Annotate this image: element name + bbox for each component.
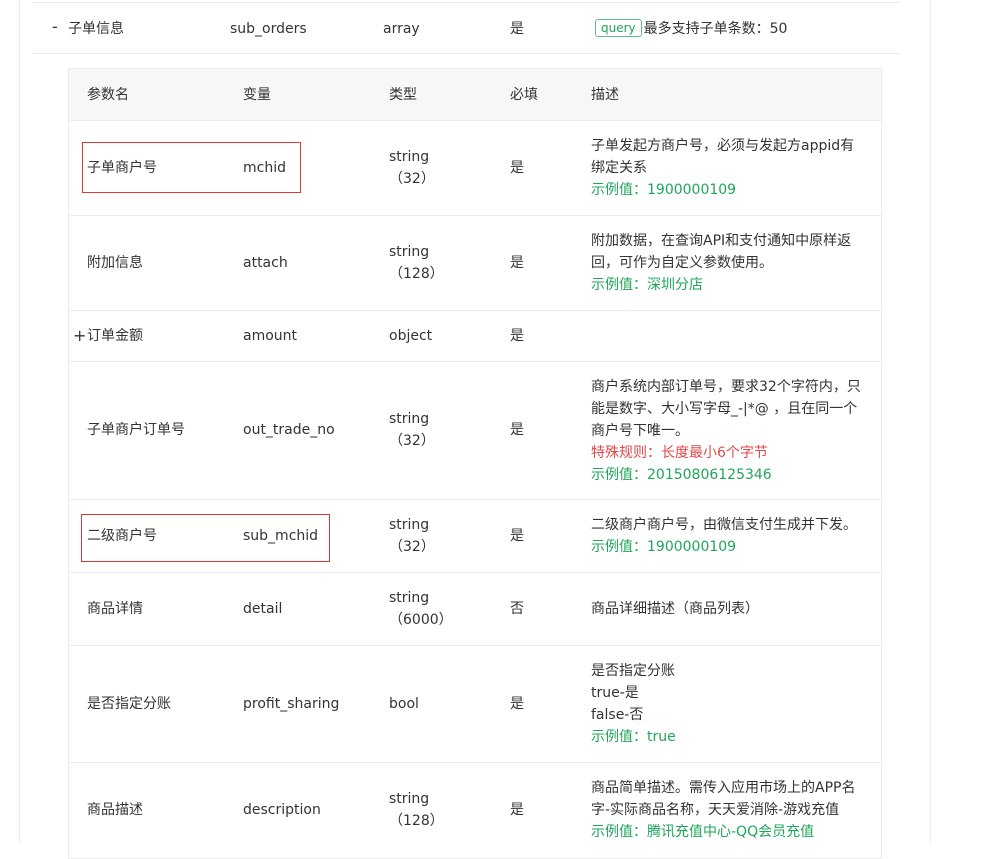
header-required: 必填 (510, 87, 538, 103)
param-desc: 子单发起方商户号，必须与发起方appid有绑定关系 示例值：1900000109 (591, 135, 863, 201)
param-type: string (389, 149, 430, 165)
desc-text: 是否指定分账 (591, 663, 675, 679)
param-required: 是 (510, 328, 524, 344)
special-rule: 特殊规则：长度最小6个字节 (591, 445, 768, 461)
param-row-sub-orders: - 子单信息 sub_orders array 是 query 最多支持子单条数：… (32, 3, 900, 54)
param-desc: query 最多支持子单条数：50 (595, 19, 787, 39)
param-required: 是 (510, 21, 524, 37)
param-desc: 商品详细描述（商品列表） (591, 598, 863, 620)
param-type: array (383, 21, 420, 37)
param-type-length: （32） (389, 539, 435, 555)
param-var: profit_sharing (243, 696, 340, 712)
desc-text: 商户系统内部订单号，要求32个字符内，只能是数字、大小写字母_-|*@ ，且在同… (591, 379, 861, 439)
param-desc: 附加数据，在查询API和支付通知中原样返回，可作为自定义参数使用。 示例值：深圳… (591, 230, 863, 296)
param-type: string (389, 244, 430, 260)
param-var: description (243, 802, 321, 818)
param-desc: 商品简单描述。需传入应用市场上的APP名字-实际商品名称，天天爱消除-游戏充值 … (591, 777, 863, 843)
table-row: 商品描述 description string （128） 是 商品简单描述。需… (69, 763, 881, 858)
query-tag: query (595, 19, 642, 37)
param-name: 是否指定分账 (87, 696, 171, 712)
param-required: 是 (510, 422, 524, 438)
param-var: mchid (243, 160, 286, 176)
desc-text: 二级商户商户号，由微信支付生成并下发。 (591, 517, 857, 533)
param-name: 二级商户号 (87, 528, 157, 544)
param-type-length: （32） (389, 433, 435, 449)
table-row: 子单商户订单号 out_trade_no string （32） 是 商户系统内… (69, 362, 881, 500)
collapse-icon[interactable]: - (52, 17, 66, 37)
param-required: 否 (510, 601, 524, 617)
param-var: amount (243, 328, 298, 344)
param-required: 是 (510, 528, 524, 544)
param-name: 订单金额 (87, 328, 143, 344)
param-required: 是 (510, 802, 524, 818)
param-var: detail (243, 601, 283, 617)
param-name: 子单商户号 (87, 160, 157, 176)
param-var: out_trade_no (243, 422, 335, 438)
desc-text: 附加数据，在查询API和支付通知中原样返回，可作为自定义参数使用。 (591, 233, 852, 271)
param-desc: 商户系统内部订单号，要求32个字符内，只能是数字、大小写字母_-|*@ ，且在同… (591, 376, 863, 486)
param-desc: 二级商户商户号，由微信支付生成并下发。 示例值：1900000109 (591, 514, 863, 558)
header-var: 变量 (243, 87, 271, 103)
header-type: 类型 (389, 87, 417, 103)
param-type: string (389, 590, 430, 606)
param-required: 是 (510, 696, 524, 712)
table-row: 二级商户号 sub_mchid string （32） 是 二级商户商户号，由微… (69, 500, 881, 573)
param-name: 子单信息 (68, 21, 124, 37)
param-name: 商品详情 (87, 601, 143, 617)
param-type-length: （6000） (389, 612, 453, 628)
table-row: 商品详情 detail string （6000） 否 商品详细描述（商品列表） (69, 573, 881, 646)
param-type: string (389, 791, 430, 807)
example-value: 示例值：深圳分店 (591, 277, 703, 293)
example-value: 示例值：20150806125346 (591, 467, 772, 483)
example-value: 示例值：1900000109 (591, 182, 737, 198)
param-type: bool (389, 696, 419, 712)
param-type: object (389, 328, 433, 344)
desc-option-false: false-否 (591, 707, 644, 723)
param-type-length: （128） (389, 813, 444, 829)
param-desc-text: 最多支持子单条数：50 (643, 21, 788, 37)
param-type: string (389, 517, 430, 533)
param-name: 附加信息 (87, 255, 143, 271)
example-value: 示例值：true (591, 729, 676, 745)
param-required: 是 (510, 160, 524, 176)
example-value: 示例值：1900000109 (591, 539, 737, 555)
desc-option-true: true-是 (591, 685, 639, 701)
param-desc: 是否指定分账 true-是 false-否 示例值：true (591, 660, 863, 748)
desc-text: 商品简单描述。需传入应用市场上的APP名字-实际商品名称，天天爱消除-游戏充值 (591, 780, 856, 818)
table-row: 子单商户号 mchid string （32） 是 子单发起方商户号，必须与发起… (69, 121, 881, 216)
param-var: attach (243, 255, 288, 271)
header-name: 参数名 (87, 87, 129, 103)
param-type-length: （32） (389, 171, 435, 187)
table-row: 是否指定分账 profit_sharing bool 是 是否指定分账 true… (69, 646, 881, 763)
table-header: 参数名 变量 类型 必填 描述 (69, 69, 881, 121)
expand-icon[interactable]: + (73, 325, 86, 347)
table-row: 附加信息 attach string （128） 是 附加数据，在查询API和支… (69, 216, 881, 311)
sub-param-table: 参数名 变量 类型 必填 描述 子单商户号 mchid string （32） … (68, 68, 882, 859)
param-var: sub_orders (230, 21, 307, 37)
param-name: 子单商户订单号 (87, 422, 185, 438)
desc-text: 子单发起方商户号，必须与发起方appid有绑定关系 (591, 138, 855, 176)
param-required: 是 (510, 255, 524, 271)
desc-text: 商品详细描述（商品列表） (591, 601, 759, 617)
param-var: sub_mchid (243, 528, 319, 544)
param-type-length: （128） (389, 266, 444, 282)
example-value: 示例值：腾讯充值中心-QQ会员充值 (591, 824, 815, 840)
param-name: 商品描述 (87, 802, 143, 818)
header-desc: 描述 (591, 87, 619, 103)
param-type: string (389, 411, 430, 427)
table-row: + 订单金额 amount object 是 (69, 311, 881, 362)
